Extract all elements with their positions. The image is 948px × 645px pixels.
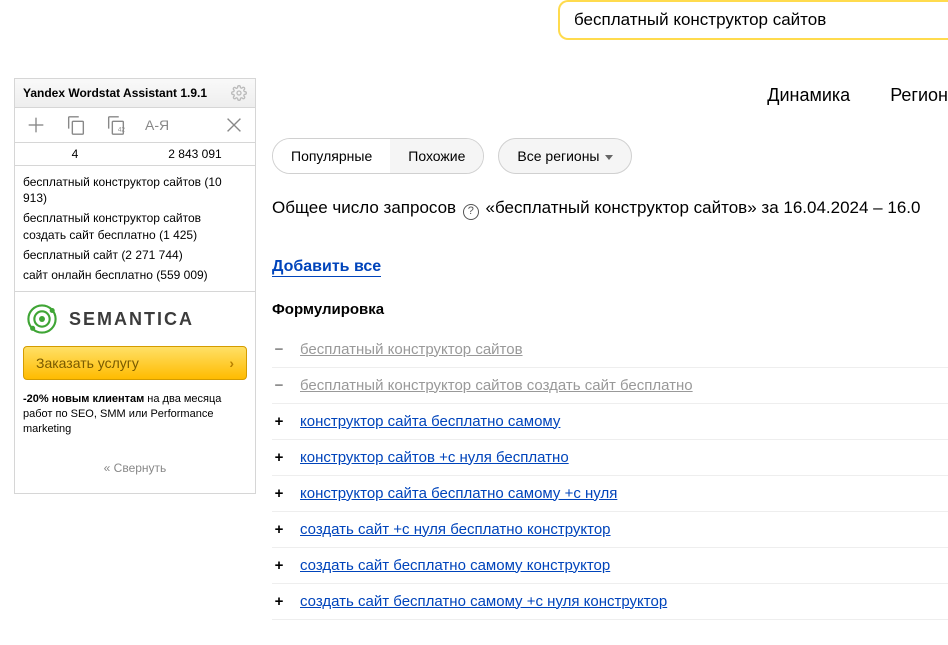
clear-icon[interactable] bbox=[223, 114, 245, 136]
collapse-button[interactable]: « Свернуть bbox=[15, 447, 255, 493]
query-link[interactable]: конструктор сайта бесплатно самому bbox=[300, 413, 560, 430]
panel-title: Yandex Wordstat Assistant 1.9.1 bbox=[23, 86, 207, 100]
table-row: + создать сайт бесплатно самому +с нуля … bbox=[272, 584, 948, 620]
summary-query: «бесплатный конструктор сайтов» bbox=[486, 198, 757, 217]
table-row: + конструктор сайтов +с нуля бесплатно bbox=[272, 440, 948, 476]
summary-dates: 16.04.2024 – 16.0 bbox=[783, 198, 920, 217]
copy-icon[interactable] bbox=[65, 114, 87, 136]
query-link[interactable]: конструктор сайтов +с нуля бесплатно bbox=[300, 449, 569, 466]
table-row: + конструктор сайта бесплатно самому bbox=[272, 404, 948, 440]
count-total: 2 843 091 bbox=[135, 143, 255, 165]
count-keywords: 4 bbox=[15, 143, 135, 165]
list-item[interactable]: сайт онлайн бесплатно (559 009) bbox=[23, 265, 247, 285]
list-item[interactable]: бесплатный конструктор сайтов (10 913) bbox=[23, 172, 247, 208]
table-row: + конструктор сайта бесплатно самому +с … bbox=[272, 476, 948, 512]
sort-alpha-button[interactable]: А-Я bbox=[145, 117, 169, 133]
svg-text:42: 42 bbox=[118, 126, 126, 133]
promo-bold: -20% новым клиентам bbox=[23, 393, 144, 405]
help-icon[interactable]: ? bbox=[463, 204, 479, 220]
add-icon[interactable]: + bbox=[272, 413, 286, 430]
chevron-down-icon bbox=[605, 155, 613, 160]
query-link[interactable]: бесплатный конструктор сайтов bbox=[300, 341, 523, 358]
add-icon[interactable]: + bbox=[272, 593, 286, 610]
nav-dynamics[interactable]: Динамика bbox=[767, 85, 850, 106]
summary-prefix: Общее число запросов bbox=[272, 198, 461, 217]
copy-with-count-icon[interactable]: 42 bbox=[105, 114, 127, 136]
query-link[interactable]: бесплатный конструктор сайтов создать са… bbox=[300, 377, 693, 394]
semantica-logo-text: SEMANTICA bbox=[69, 309, 194, 330]
add-icon[interactable]: + bbox=[272, 449, 286, 466]
region-selector[interactable]: Все регионы bbox=[498, 138, 632, 174]
order-service-label: Заказать услугу bbox=[36, 355, 139, 371]
search-query-text: бесплатный конструктор сайтов bbox=[574, 10, 826, 30]
order-service-button[interactable]: Заказать услугу › bbox=[23, 346, 247, 380]
remove-icon[interactable]: − bbox=[272, 341, 286, 358]
table-row: + создать сайт +с нуля бесплатно констру… bbox=[272, 512, 948, 548]
query-link[interactable]: создать сайт бесплатно самому +с нуля ко… bbox=[300, 593, 667, 610]
add-icon[interactable] bbox=[25, 114, 47, 136]
table-header-formulation: Формулировка bbox=[272, 301, 948, 318]
wordstat-assistant-panel: Yandex Wordstat Assistant 1.9.1 42 А-Я 4… bbox=[14, 78, 256, 494]
table-row: − бесплатный конструктор сайтов создать … bbox=[272, 368, 948, 404]
query-link[interactable]: создать сайт бесплатно самому конструкто… bbox=[300, 557, 610, 574]
list-item[interactable]: бесплатный сайт (2 271 744) bbox=[23, 245, 247, 265]
promo-text: -20% новым клиентам на два месяца работ … bbox=[15, 388, 255, 447]
panel-header: Yandex Wordstat Assistant 1.9.1 bbox=[15, 79, 255, 108]
add-icon[interactable]: + bbox=[272, 557, 286, 574]
query-link[interactable]: создать сайт +с нуля бесплатно конструкт… bbox=[300, 521, 611, 538]
table-row: + создать сайт бесплатно самому конструк… bbox=[272, 548, 948, 584]
semantica-logo-icon bbox=[25, 302, 59, 336]
add-all-link[interactable]: Добавить все bbox=[272, 258, 381, 277]
nav-regions[interactable]: Регион bbox=[890, 85, 948, 106]
region-label: Все регионы bbox=[517, 148, 599, 164]
summary-mid: за bbox=[757, 198, 784, 217]
gear-icon[interactable] bbox=[231, 85, 247, 101]
query-link[interactable]: конструктор сайта бесплатно самому +с ну… bbox=[300, 485, 617, 502]
pill-popular[interactable]: Популярные bbox=[273, 139, 390, 173]
list-item[interactable]: бесплатный конструктор сайтов создать са… bbox=[23, 208, 247, 244]
panel-keyword-list: бесплатный конструктор сайтов (10 913) б… bbox=[15, 166, 255, 292]
add-icon[interactable]: + bbox=[272, 521, 286, 538]
semantica-logo: SEMANTICA bbox=[15, 292, 255, 346]
summary-line: Общее число запросов ? «бесплатный конст… bbox=[272, 198, 948, 220]
search-input[interactable]: бесплатный конструктор сайтов bbox=[558, 0, 948, 40]
panel-counts: 4 2 843 091 bbox=[15, 143, 255, 166]
chevron-right-icon: › bbox=[229, 355, 234, 371]
add-icon[interactable]: + bbox=[272, 485, 286, 502]
pill-similar[interactable]: Похожие bbox=[390, 139, 483, 173]
top-nav: Динамика Регион bbox=[767, 85, 948, 106]
remove-icon[interactable]: − bbox=[272, 377, 286, 394]
main-content: Популярные Похожие Все регионы Общее чис… bbox=[272, 138, 948, 620]
table-row: − бесплатный конструктор сайтов bbox=[272, 332, 948, 368]
filter-pills: Популярные Похожие Все регионы bbox=[272, 138, 948, 174]
query-type-pill-group: Популярные Похожие bbox=[272, 138, 484, 174]
panel-toolbar: 42 А-Я bbox=[15, 108, 255, 143]
